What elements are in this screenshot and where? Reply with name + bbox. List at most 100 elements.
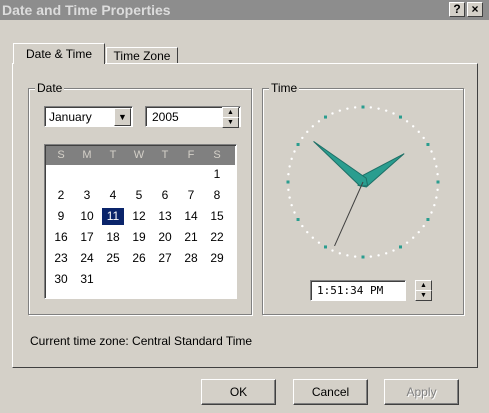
minute-tick xyxy=(384,109,388,112)
calendar-day[interactable]: 30 xyxy=(50,271,72,288)
weekday-label: T xyxy=(161,149,169,161)
minute-tick xyxy=(417,230,420,234)
minute-tick xyxy=(346,254,349,257)
minute-tick xyxy=(338,252,342,255)
minute-tick xyxy=(301,136,304,140)
calendar-day[interactable]: 29 xyxy=(206,250,228,267)
minute-tick xyxy=(301,224,304,228)
minute-tick xyxy=(405,241,409,244)
calendar-day[interactable]: 6 xyxy=(154,187,176,204)
title-bar[interactable]: Date and Time Properties ? × xyxy=(0,0,489,20)
calendar-day[interactable]: 8 xyxy=(206,187,228,204)
minute-tick xyxy=(435,196,438,199)
calendar-day[interactable]: 11 xyxy=(102,208,124,225)
second-hand xyxy=(334,181,364,247)
minute-tick xyxy=(430,211,433,214)
calendar-day[interactable]: 7 xyxy=(180,187,202,204)
minute-tick xyxy=(433,203,436,207)
hour-tick xyxy=(426,218,430,221)
minute-tick xyxy=(435,165,438,168)
calendar-day[interactable]: 5 xyxy=(128,187,150,204)
help-button[interactable]: ? xyxy=(449,2,465,17)
minute-tick xyxy=(288,196,291,199)
calendar-day[interactable]: 15 xyxy=(206,208,228,225)
calendar-day[interactable]: 25 xyxy=(102,250,124,267)
hour-tick xyxy=(426,143,430,146)
close-button[interactable]: × xyxy=(467,2,483,17)
calendar-day[interactable]: 18 xyxy=(102,229,124,246)
minute-tick xyxy=(392,112,395,115)
calendar-day[interactable]: 4 xyxy=(102,187,124,204)
calendar-day[interactable]: 19 xyxy=(128,229,150,246)
minute-hand xyxy=(313,140,369,187)
calendar-day[interactable]: 22 xyxy=(206,229,228,246)
year-down-arrow-icon[interactable]: ▼ xyxy=(222,117,239,128)
analog-clock xyxy=(286,105,440,259)
hour-tick xyxy=(399,245,402,249)
hour-tick xyxy=(296,143,300,146)
calendar-day[interactable]: 12 xyxy=(128,208,150,225)
hour-tick xyxy=(286,180,290,184)
calendar-day[interactable]: 1 xyxy=(206,166,228,183)
calendar-day[interactable]: 10 xyxy=(76,208,98,225)
minute-tick xyxy=(392,249,395,252)
calendar-day[interactable]: 17 xyxy=(76,229,98,246)
tab-date-time[interactable]: Date & Time xyxy=(13,43,105,64)
calendar-day[interactable]: 20 xyxy=(154,229,176,246)
chevron-down-icon[interactable]: ▼ xyxy=(114,108,131,126)
calendar-day[interactable]: 16 xyxy=(50,229,72,246)
minute-tick xyxy=(306,130,309,134)
minute-tick xyxy=(288,165,291,168)
minute-tick xyxy=(311,125,315,128)
minute-tick xyxy=(369,255,373,258)
minute-tick xyxy=(290,157,293,161)
tab-time-zone-label: Time Zone xyxy=(113,49,171,63)
calendar-day[interactable]: 27 xyxy=(154,250,176,267)
calendar-day[interactable]: 23 xyxy=(50,250,72,267)
time-group-label: Time xyxy=(269,81,300,95)
minute-tick xyxy=(436,172,439,176)
calendar-day[interactable]: 9 xyxy=(50,208,72,225)
hour-tick xyxy=(436,180,440,184)
month-dropdown[interactable]: January ▼ xyxy=(44,106,133,127)
minute-tick xyxy=(411,125,415,128)
weekday-label: M xyxy=(82,149,92,161)
calendar-day[interactable]: 3 xyxy=(76,187,98,204)
calendar-day[interactable]: 31 xyxy=(76,271,98,288)
minute-tick xyxy=(353,106,357,109)
time-down-arrow-icon[interactable]: ▼ xyxy=(415,290,432,301)
ok-button[interactable]: OK xyxy=(201,379,276,405)
calendar-day[interactable]: 21 xyxy=(180,229,202,246)
weekday-label: W xyxy=(133,149,145,161)
minute-tick xyxy=(331,112,334,115)
minute-tick xyxy=(293,211,296,214)
year-value: 2005 xyxy=(152,110,179,124)
minute-tick xyxy=(417,130,420,134)
minute-tick xyxy=(317,120,321,123)
minute-tick xyxy=(422,136,425,140)
hour-tick xyxy=(361,255,365,259)
tab-date-time-label: Date & Time xyxy=(25,47,93,61)
window-title: Date and Time Properties xyxy=(2,2,171,18)
tab-time-zone[interactable]: Time Zone xyxy=(106,47,178,64)
hour-tick xyxy=(361,105,365,109)
time-spinner[interactable]: 1:51:34 PM xyxy=(310,280,406,301)
minute-tick xyxy=(331,249,334,252)
minute-tick xyxy=(317,241,321,244)
calendar-day[interactable]: 2 xyxy=(50,187,72,204)
minute-tick xyxy=(287,188,290,192)
apply-button[interactable]: Apply xyxy=(384,379,459,405)
cancel-button[interactable]: Cancel xyxy=(293,379,368,405)
minute-tick xyxy=(422,224,425,228)
hour-tick xyxy=(399,115,402,119)
hour-tick xyxy=(324,245,327,249)
minute-tick xyxy=(384,252,388,255)
current-timezone-text: Current time zone: Central Standard Time xyxy=(30,334,253,348)
calendar-day[interactable]: 14 xyxy=(180,208,202,225)
date-group-label: Date xyxy=(35,81,65,95)
calendar-day[interactable]: 24 xyxy=(76,250,98,267)
calendar-day[interactable]: 28 xyxy=(180,250,202,267)
calendar-day[interactable]: 13 xyxy=(154,208,176,225)
hour-tick xyxy=(324,115,327,119)
calendar-day[interactable]: 26 xyxy=(128,250,150,267)
